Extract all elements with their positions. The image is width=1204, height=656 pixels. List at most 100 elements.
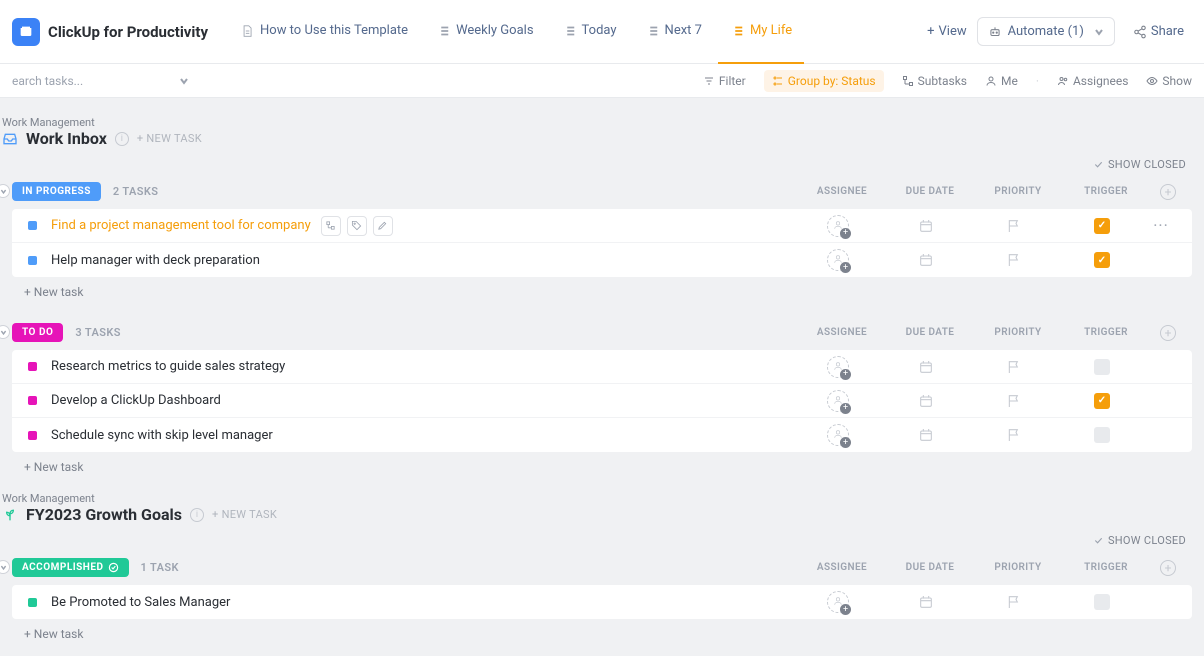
subtasks-button[interactable]: Subtasks — [902, 74, 967, 88]
flag-icon[interactable] — [1006, 252, 1022, 268]
new-task-button[interactable]: + NEW TASK — [212, 508, 277, 521]
growth-icon — [2, 507, 18, 523]
assignee-cell — [794, 591, 882, 613]
show-closed-button[interactable]: SHOW CLOSED — [1093, 158, 1186, 171]
status-dot[interactable] — [28, 396, 37, 405]
section-breadcrumb: Work Management — [0, 492, 1204, 505]
trigger-checkbox[interactable] — [1094, 218, 1110, 234]
info-icon[interactable]: i — [115, 132, 129, 146]
info-icon[interactable]: i — [190, 508, 204, 522]
share-label: Share — [1151, 24, 1184, 39]
assign-button[interactable] — [827, 249, 849, 271]
assign-button[interactable] — [827, 215, 849, 237]
add-column-button[interactable]: + — [1160, 184, 1176, 200]
tab-label: My Life — [750, 23, 792, 38]
task-row[interactable]: Help manager with deck preparation — [12, 243, 1192, 277]
add-view-button[interactable]: + View — [917, 18, 977, 45]
show-closed-button[interactable]: SHOW CLOSED — [1093, 534, 1186, 547]
app-icon — [12, 18, 40, 46]
trigger-cell — [1058, 393, 1146, 409]
check-circle-icon — [108, 562, 119, 573]
task-name[interactable]: Develop a ClickUp Dashboard — [51, 393, 221, 408]
status-pill[interactable]: TO DO — [12, 323, 63, 342]
trigger-checkbox[interactable] — [1094, 594, 1110, 610]
me-label: Me — [1001, 74, 1018, 88]
view-controls: Filter Group by: Status Subtasks Me · As… — [703, 70, 1192, 92]
calendar-icon[interactable] — [918, 594, 934, 610]
priority-cell — [970, 218, 1058, 234]
status-pill[interactable]: ACCOMPLISHED — [12, 558, 129, 577]
add-column-button[interactable]: + — [1160, 560, 1176, 576]
search-tasks[interactable]: earch tasks... — [12, 74, 189, 88]
new-task-button[interactable]: + NEW TASK — [137, 132, 202, 145]
nav-tab-today[interactable]: Today — [550, 0, 629, 64]
assignees-button[interactable]: Assignees — [1057, 74, 1128, 88]
assignee-cell — [794, 249, 882, 271]
nav-tab-next-7[interactable]: Next 7 — [633, 0, 714, 64]
trigger-checkbox[interactable] — [1094, 252, 1110, 268]
status-dot[interactable] — [28, 256, 37, 265]
flag-icon[interactable] — [1006, 359, 1022, 375]
column-headers: ASSIGNEEDUE DATEPRIORITYTRIGGER+ — [798, 325, 1176, 341]
collapse-toggle[interactable] — [0, 560, 10, 574]
collapse-toggle[interactable] — [0, 325, 10, 339]
assign-button[interactable] — [827, 591, 849, 613]
tag-action[interactable] — [347, 216, 367, 236]
calendar-icon[interactable] — [918, 359, 934, 375]
list-icon — [645, 24, 659, 38]
me-button[interactable]: Me — [985, 74, 1018, 88]
new-task-row[interactable]: + New task — [0, 619, 1192, 641]
status-pill[interactable]: IN PROGRESS — [12, 182, 101, 201]
task-name[interactable]: Find a project management tool for compa… — [51, 218, 311, 233]
nav-tab-my-life[interactable]: My Life — [718, 0, 804, 64]
flag-icon[interactable] — [1006, 427, 1022, 443]
task-row[interactable]: Be Promoted to Sales Manager — [12, 585, 1192, 619]
assign-button[interactable] — [827, 390, 849, 412]
status-dot[interactable] — [28, 598, 37, 607]
task-row[interactable]: Schedule sync with skip level manager — [12, 418, 1192, 452]
new-task-row[interactable]: + New task — [0, 277, 1192, 299]
filter-button[interactable]: Filter — [703, 74, 746, 88]
task-row[interactable]: Research metrics to guide sales strategy — [12, 350, 1192, 384]
automate-button[interactable]: Automate (1) — [977, 17, 1115, 46]
add-column-button[interactable]: + — [1160, 325, 1176, 341]
list-icon — [436, 24, 450, 38]
trigger-checkbox[interactable] — [1094, 393, 1110, 409]
trigger-checkbox[interactable] — [1094, 427, 1110, 443]
share-button[interactable]: Share — [1125, 18, 1192, 45]
inbox-icon — [2, 131, 18, 147]
group-by-button[interactable]: Group by: Status — [764, 70, 884, 92]
assign-button[interactable] — [827, 424, 849, 446]
calendar-icon[interactable] — [918, 252, 934, 268]
task-name[interactable]: Research metrics to guide sales strategy — [51, 359, 285, 374]
task-name[interactable]: Be Promoted to Sales Manager — [51, 595, 230, 610]
task-row[interactable]: Develop a ClickUp Dashboard — [12, 384, 1192, 418]
trigger-cell — [1058, 252, 1146, 268]
edit-action[interactable] — [373, 216, 393, 236]
more-button[interactable]: ··· — [1146, 216, 1176, 235]
status-dot[interactable] — [28, 362, 37, 371]
nav-tab-how-to-use-this-template[interactable]: How to Use this Template — [228, 0, 420, 64]
share-icon — [1133, 25, 1147, 39]
due-date-cell — [882, 359, 970, 375]
nav-tab-weekly-goals[interactable]: Weekly Goals — [424, 0, 545, 64]
status-dot[interactable] — [28, 221, 37, 230]
flag-icon[interactable] — [1006, 594, 1022, 610]
show-button[interactable]: Show — [1146, 74, 1192, 88]
flag-icon[interactable] — [1006, 218, 1022, 234]
new-task-row[interactable]: + New task — [0, 452, 1192, 474]
calendar-icon[interactable] — [918, 393, 934, 409]
calendar-icon[interactable] — [918, 218, 934, 234]
trigger-checkbox[interactable] — [1094, 359, 1110, 375]
due-date-cell — [882, 594, 970, 610]
task-row[interactable]: Find a project management tool for compa… — [12, 209, 1192, 243]
status-dot[interactable] — [28, 431, 37, 440]
subtask-action[interactable] — [321, 216, 341, 236]
calendar-icon[interactable] — [918, 427, 934, 443]
assign-button[interactable] — [827, 356, 849, 378]
flag-icon[interactable] — [1006, 393, 1022, 409]
task-name[interactable]: Schedule sync with skip level manager — [51, 428, 273, 443]
task-name[interactable]: Help manager with deck preparation — [51, 253, 260, 268]
column-headers: ASSIGNEEDUE DATEPRIORITYTRIGGER+ — [798, 560, 1176, 576]
collapse-toggle[interactable] — [0, 184, 10, 198]
